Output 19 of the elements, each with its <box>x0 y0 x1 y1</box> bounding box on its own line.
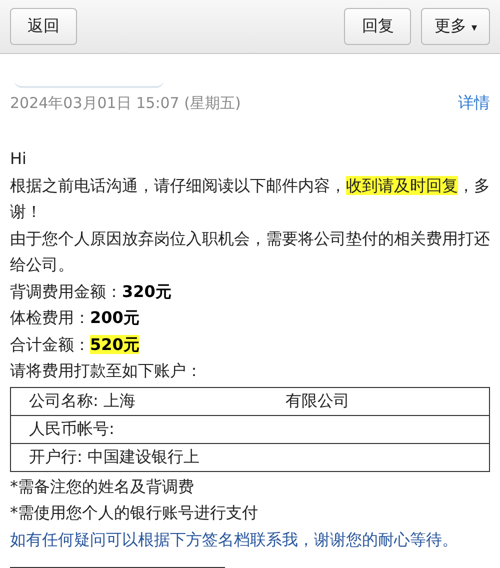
table-cell: 公司名称: 上海 <box>29 390 136 412</box>
back-button[interactable]: 返回 <box>10 8 77 45</box>
body-text: 根据之前电话沟通，请仔细阅读以下邮件内容，收到请及时回复，多谢！ <box>10 174 490 223</box>
body-text: *需使用您个人的银行账号进行支付 <box>10 502 259 524</box>
date-text: 2024年03月01日 15:07 (星期五) <box>10 94 241 112</box>
more-button[interactable]: 更多 ▾ <box>421 8 490 45</box>
body-text: 由于您个人原因放弃岗位入职机会，需要将公司垫付的相关费用打还给公司。 <box>10 228 490 276</box>
closing-text: 如有任何疑问可以根据下方签名档联系我，谢谢您的耐心等待。 <box>10 528 459 550</box>
body-text: Hi <box>10 148 28 170</box>
details-link[interactable]: 详情 <box>458 92 490 114</box>
body-text: 背调费用金额：320元 <box>10 280 172 302</box>
body-text: *需备注您的姓名及背调费 <box>10 476 195 498</box>
body-text: 合计金额：520元 <box>10 334 140 356</box>
reply-button[interactable]: 回复 <box>344 8 412 45</box>
table-cell: 人民币帐号: <box>29 418 114 440</box>
body-text: 请将费用打款至如下账户： <box>10 360 203 382</box>
table-cell: 有限公司 <box>285 390 350 412</box>
body-text: 体检费用：200元 <box>10 307 140 329</box>
table-cell: 开户行: 中国建设银行上 <box>29 446 200 468</box>
